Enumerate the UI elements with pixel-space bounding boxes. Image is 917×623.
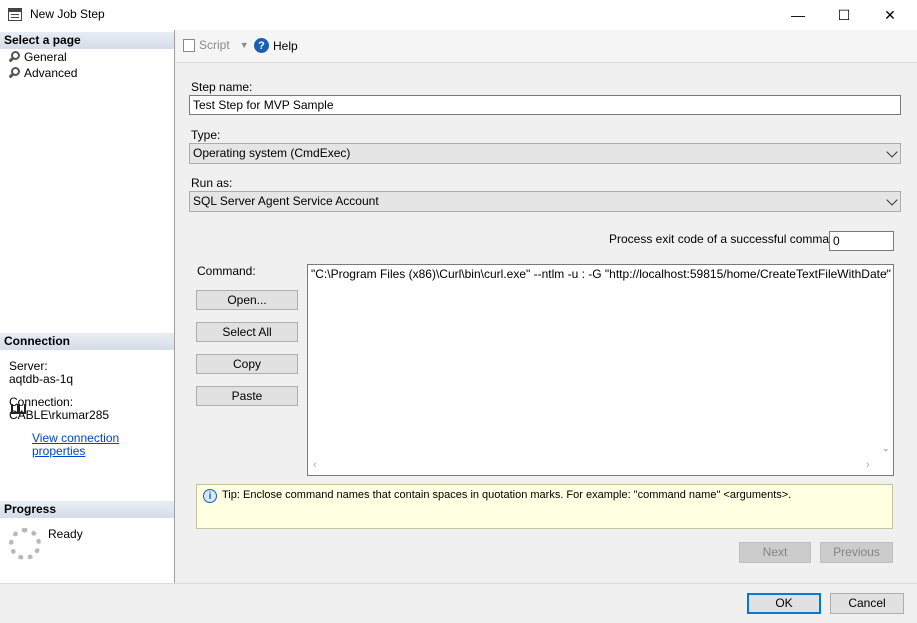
script-icon xyxy=(183,38,195,52)
previous-button[interactable]: Previous xyxy=(820,542,893,563)
plug-icon xyxy=(10,402,26,414)
minimize-button[interactable]: — xyxy=(775,0,821,30)
progress-spinner-icon xyxy=(9,528,41,560)
tip-text: Tip: Enclose command names that contain … xyxy=(222,489,792,501)
help-button[interactable]: ? Help xyxy=(254,38,298,53)
type-value: Operating system (CmdExec) xyxy=(193,146,351,160)
exit-code-input[interactable]: 0 xyxy=(829,231,894,251)
type-select[interactable]: Operating system (CmdExec) xyxy=(189,143,901,164)
type-label: Type: xyxy=(191,128,221,142)
run-as-value: SQL Server Agent Service Account xyxy=(193,194,379,208)
command-textarea[interactable]: "C:\Program Files (x86)\Curl\bin\curl.ex… xyxy=(307,264,894,476)
vertical-scrollbar[interactable]: ⌃ ⌄ xyxy=(879,267,893,459)
scroll-left-icon[interactable]: ‹ xyxy=(313,459,317,471)
view-connection-properties-link[interactable]: View connection properties xyxy=(32,432,174,458)
page-item-advanced[interactable]: Advanced xyxy=(8,65,77,81)
help-icon: ? xyxy=(254,38,269,53)
next-button[interactable]: Next xyxy=(739,542,811,563)
script-button[interactable]: Script ▼ xyxy=(183,38,249,52)
copy-button[interactable]: Copy xyxy=(196,354,298,374)
exit-code-label: Process exit code of a successful comman… xyxy=(609,232,846,246)
step-name-input[interactable]: Test Step for MVP Sample xyxy=(189,95,901,115)
open-button[interactable]: Open... xyxy=(196,290,298,310)
server-value: aqtdb-as-1q xyxy=(9,372,74,386)
script-label: Script xyxy=(199,38,230,52)
scroll-down-icon[interactable]: ⌄ xyxy=(882,443,890,454)
app-icon xyxy=(8,8,22,21)
page-item-general[interactable]: General xyxy=(8,49,67,65)
select-all-button[interactable]: Select All xyxy=(196,322,298,342)
help-label: Help xyxy=(273,38,298,53)
chevron-down-icon xyxy=(886,194,898,206)
progress-status: Ready xyxy=(48,527,83,541)
chevron-down-icon xyxy=(886,146,898,158)
cancel-button[interactable]: Cancel xyxy=(830,593,904,614)
horizontal-scrollbar[interactable]: ‹ › xyxy=(310,459,879,473)
page-item-label: General xyxy=(24,50,67,64)
run-as-label: Run as: xyxy=(191,176,233,190)
wrench-icon xyxy=(8,50,20,63)
scroll-up-icon[interactable]: ⌃ xyxy=(882,270,890,281)
wrench-icon xyxy=(8,66,20,79)
window-title: New Job Step xyxy=(30,7,105,21)
close-button[interactable]: ✕ xyxy=(867,0,913,30)
title-bar: New Job Step — ☐ ✕ xyxy=(0,0,917,30)
tip-box: i Tip: Enclose command names that contai… xyxy=(196,484,893,529)
chevron-down-icon[interactable]: ▼ xyxy=(240,40,249,50)
select-page-header: Select a page xyxy=(0,32,174,49)
run-as-select[interactable]: SQL Server Agent Service Account xyxy=(189,191,901,212)
command-text: "C:\Program Files (x86)\Curl\bin\curl.ex… xyxy=(311,267,891,281)
step-name-label: Step name: xyxy=(191,80,253,94)
ok-button[interactable]: OK xyxy=(747,593,821,614)
info-icon: i xyxy=(203,489,217,503)
command-label: Command: xyxy=(197,264,256,278)
scroll-right-icon[interactable]: › xyxy=(866,459,870,471)
maximize-button[interactable]: ☐ xyxy=(821,0,867,30)
connection-header: Connection xyxy=(0,333,174,350)
progress-header: Progress xyxy=(0,501,174,518)
left-panel: Select a page General Advanced Connectio… xyxy=(0,30,175,583)
page-item-label: Advanced xyxy=(24,66,78,80)
paste-button[interactable]: Paste xyxy=(196,386,298,406)
